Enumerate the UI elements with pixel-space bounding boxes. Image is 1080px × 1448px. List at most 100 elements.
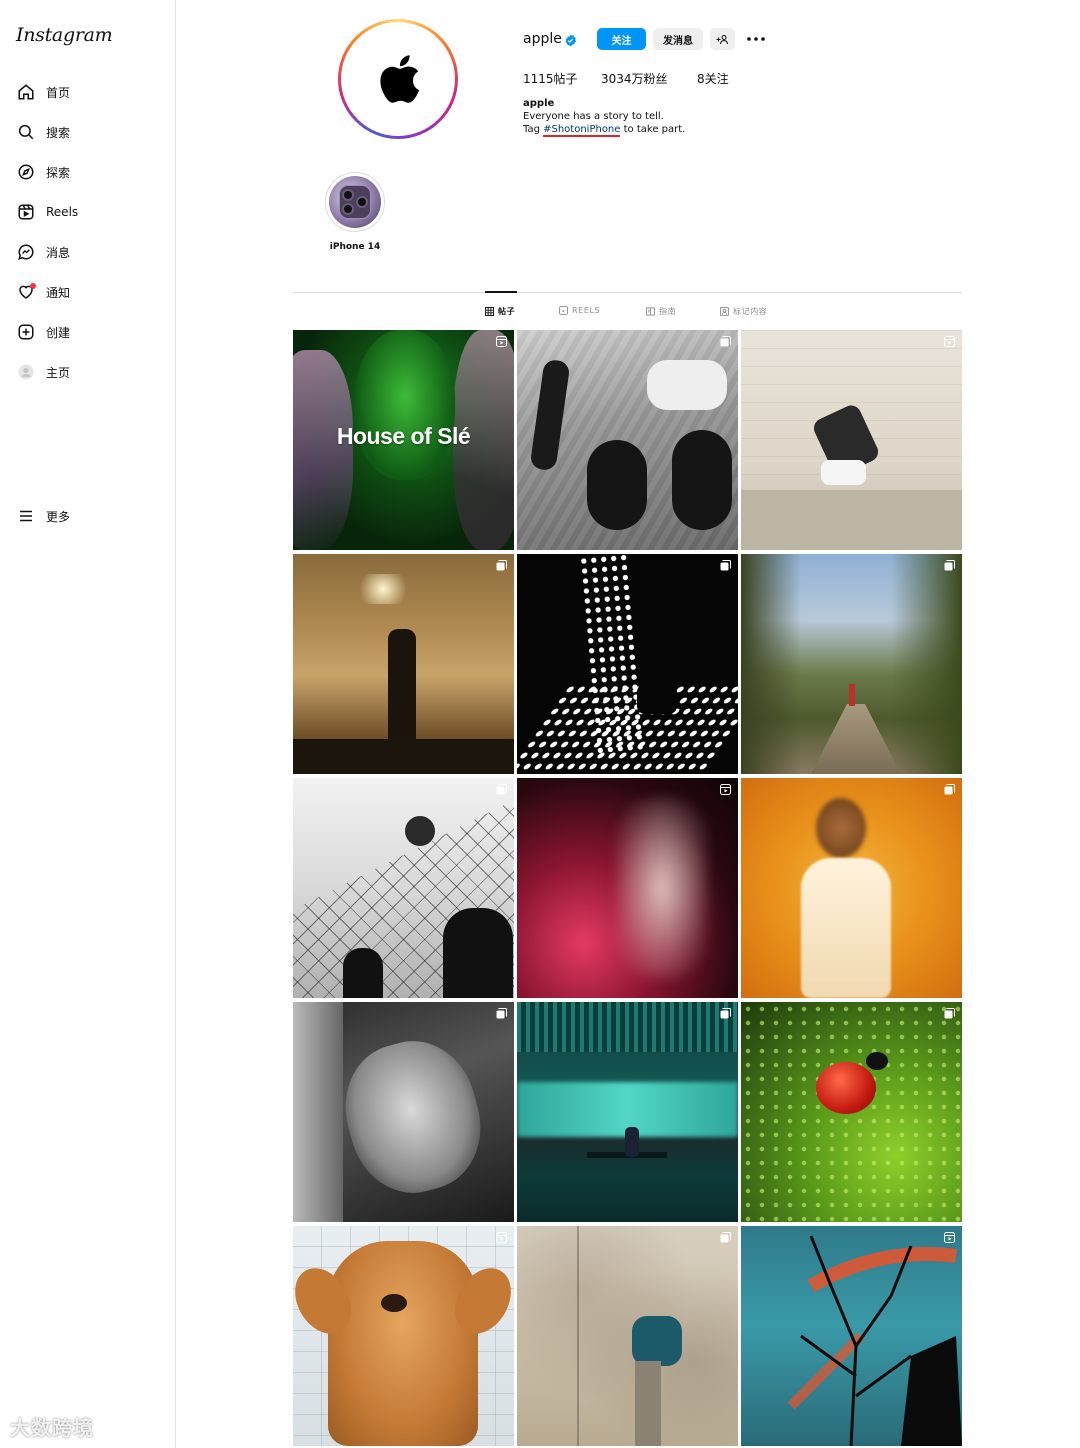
tab-label: 帖子 bbox=[498, 307, 516, 316]
follow-button[interactable]: 关注 bbox=[597, 28, 646, 50]
sidebar-item-messages[interactable]: 消息 bbox=[0, 232, 176, 272]
reel-icon bbox=[496, 1232, 507, 1243]
post-tile[interactable] bbox=[293, 778, 514, 998]
active-tab-indicator bbox=[485, 291, 517, 293]
suggested-users-button[interactable] bbox=[710, 28, 735, 50]
bio-tag-suffix: to take part. bbox=[620, 124, 686, 135]
posts-count: 1115帖子 bbox=[523, 72, 578, 86]
plus-square-icon bbox=[16, 322, 36, 342]
guide-icon bbox=[646, 307, 655, 316]
tag-icon bbox=[720, 307, 729, 316]
sidebar-item-label: 主页 bbox=[46, 365, 71, 380]
sidebar-item-create[interactable]: 创建 bbox=[0, 312, 176, 352]
add-person-icon bbox=[716, 34, 728, 44]
reel-icon bbox=[720, 784, 731, 795]
message-button[interactable]: 发消息 bbox=[653, 28, 703, 50]
menu-icon bbox=[16, 506, 36, 526]
tab-tagged[interactable]: 标记内容 bbox=[720, 306, 767, 317]
carousel-icon bbox=[944, 784, 955, 795]
tab-guides[interactable]: 指南 bbox=[646, 306, 676, 317]
post-tile[interactable]: House of Slé bbox=[293, 330, 514, 550]
search-icon bbox=[16, 122, 36, 142]
carousel-icon bbox=[720, 560, 731, 571]
sidebar-item-reels[interactable]: Reels bbox=[0, 192, 176, 232]
post-tile[interactable] bbox=[741, 778, 962, 998]
sidebar-item-label: 搜索 bbox=[46, 125, 71, 140]
sidebar-item-search[interactable]: 搜索 bbox=[0, 112, 176, 152]
post-tile[interactable] bbox=[741, 1226, 962, 1446]
avatar-icon bbox=[16, 362, 36, 382]
compass-icon bbox=[16, 162, 36, 182]
tab-label: 指南 bbox=[659, 307, 677, 316]
reel-icon bbox=[944, 336, 955, 347]
post-tile[interactable] bbox=[517, 1226, 738, 1446]
reel-icon bbox=[944, 1232, 955, 1243]
sidebar-item-label: 消息 bbox=[46, 245, 71, 260]
reel-icon bbox=[496, 336, 507, 347]
home-icon bbox=[16, 82, 36, 102]
highlight-cover bbox=[325, 172, 385, 232]
sidebar-item-label: Reels bbox=[46, 205, 79, 219]
tab-reels[interactable]: REELS bbox=[559, 306, 600, 315]
tabs-divider bbox=[293, 292, 962, 293]
story-highlight[interactable]: iPhone 14 bbox=[325, 172, 385, 252]
followers-count[interactable]: 3034万粉丝 bbox=[601, 70, 668, 87]
reels-icon bbox=[16, 202, 36, 222]
highlight-label: iPhone 14 bbox=[329, 242, 381, 252]
post-tile[interactable] bbox=[293, 1226, 514, 1446]
profile-username: apple bbox=[523, 31, 562, 47]
instagram-logo[interactable]: Instagram bbox=[16, 24, 113, 46]
apple-logo-icon bbox=[380, 55, 420, 103]
post-tile[interactable] bbox=[741, 554, 962, 774]
tab-posts[interactable]: 帖子 bbox=[485, 306, 515, 317]
profile-avatar[interactable] bbox=[338, 19, 458, 139]
sidebar-item-home[interactable]: 首页 bbox=[0, 72, 176, 112]
post-tile[interactable] bbox=[293, 1002, 514, 1222]
tab-label: 标记内容 bbox=[733, 307, 768, 316]
notification-dot bbox=[30, 283, 36, 289]
reels-icon bbox=[559, 306, 568, 315]
sidebar-nav: 首页 搜索 探索 Reels 消息 通知 创建 主页 bbox=[0, 72, 176, 392]
tree-branches-image bbox=[787, 1235, 962, 1446]
carousel-icon bbox=[720, 336, 731, 347]
carousel-icon bbox=[944, 560, 955, 571]
post-tile[interactable] bbox=[517, 1002, 738, 1222]
sidebar-item-label: 探索 bbox=[46, 165, 71, 180]
sidebar-item-more[interactable]: 更多 bbox=[0, 496, 176, 536]
post-overlay-title: House of Slé bbox=[336, 423, 471, 449]
post-tile[interactable] bbox=[293, 554, 514, 774]
sidebar-item-label: 创建 bbox=[46, 325, 71, 340]
bio-line: Everyone has a story to tell. bbox=[523, 111, 664, 122]
following-count[interactable]: 8关注 bbox=[697, 70, 729, 87]
carousel-icon bbox=[720, 1232, 731, 1243]
sidebar-item-explore[interactable]: 探索 bbox=[0, 152, 176, 192]
verified-badge-icon bbox=[565, 34, 577, 47]
messenger-icon bbox=[16, 242, 36, 262]
sidebar: Instagram 首页 搜索 探索 Reels 消息 通知 创建 主页 更多 bbox=[0, 0, 176, 1448]
tab-label: REELS bbox=[572, 306, 601, 315]
sidebar-item-label: 通知 bbox=[46, 285, 71, 300]
sidebar-item-notifications[interactable]: 通知 bbox=[0, 272, 176, 312]
iphone-camera-image bbox=[329, 176, 381, 228]
sidebar-item-profile[interactable]: 主页 bbox=[0, 352, 176, 392]
post-tile[interactable] bbox=[741, 1002, 962, 1222]
post-tile[interactable] bbox=[741, 330, 962, 550]
carousel-icon bbox=[944, 1008, 955, 1019]
sidebar-item-label: 更多 bbox=[46, 509, 71, 524]
carousel-icon bbox=[496, 1008, 507, 1019]
sidebar-item-label: 首页 bbox=[46, 85, 71, 100]
heart-icon bbox=[16, 282, 36, 302]
carousel-icon bbox=[496, 560, 507, 571]
carousel-icon bbox=[720, 1008, 731, 1019]
bio-tag-line: Tag #ShotoniPhone to take part. bbox=[523, 124, 686, 137]
bio-tag-prefix: Tag bbox=[523, 124, 544, 135]
bio-name: apple bbox=[523, 98, 555, 109]
grid-icon bbox=[485, 307, 494, 316]
post-tile[interactable] bbox=[517, 778, 738, 998]
post-tile[interactable] bbox=[517, 554, 738, 774]
carousel-icon bbox=[496, 784, 507, 795]
hashtag-link[interactable]: #ShotoniPhone bbox=[543, 124, 621, 137]
more-options-icon[interactable] bbox=[746, 34, 766, 44]
watermark: 大数跨境 bbox=[10, 1416, 94, 1440]
post-tile[interactable] bbox=[517, 330, 738, 550]
